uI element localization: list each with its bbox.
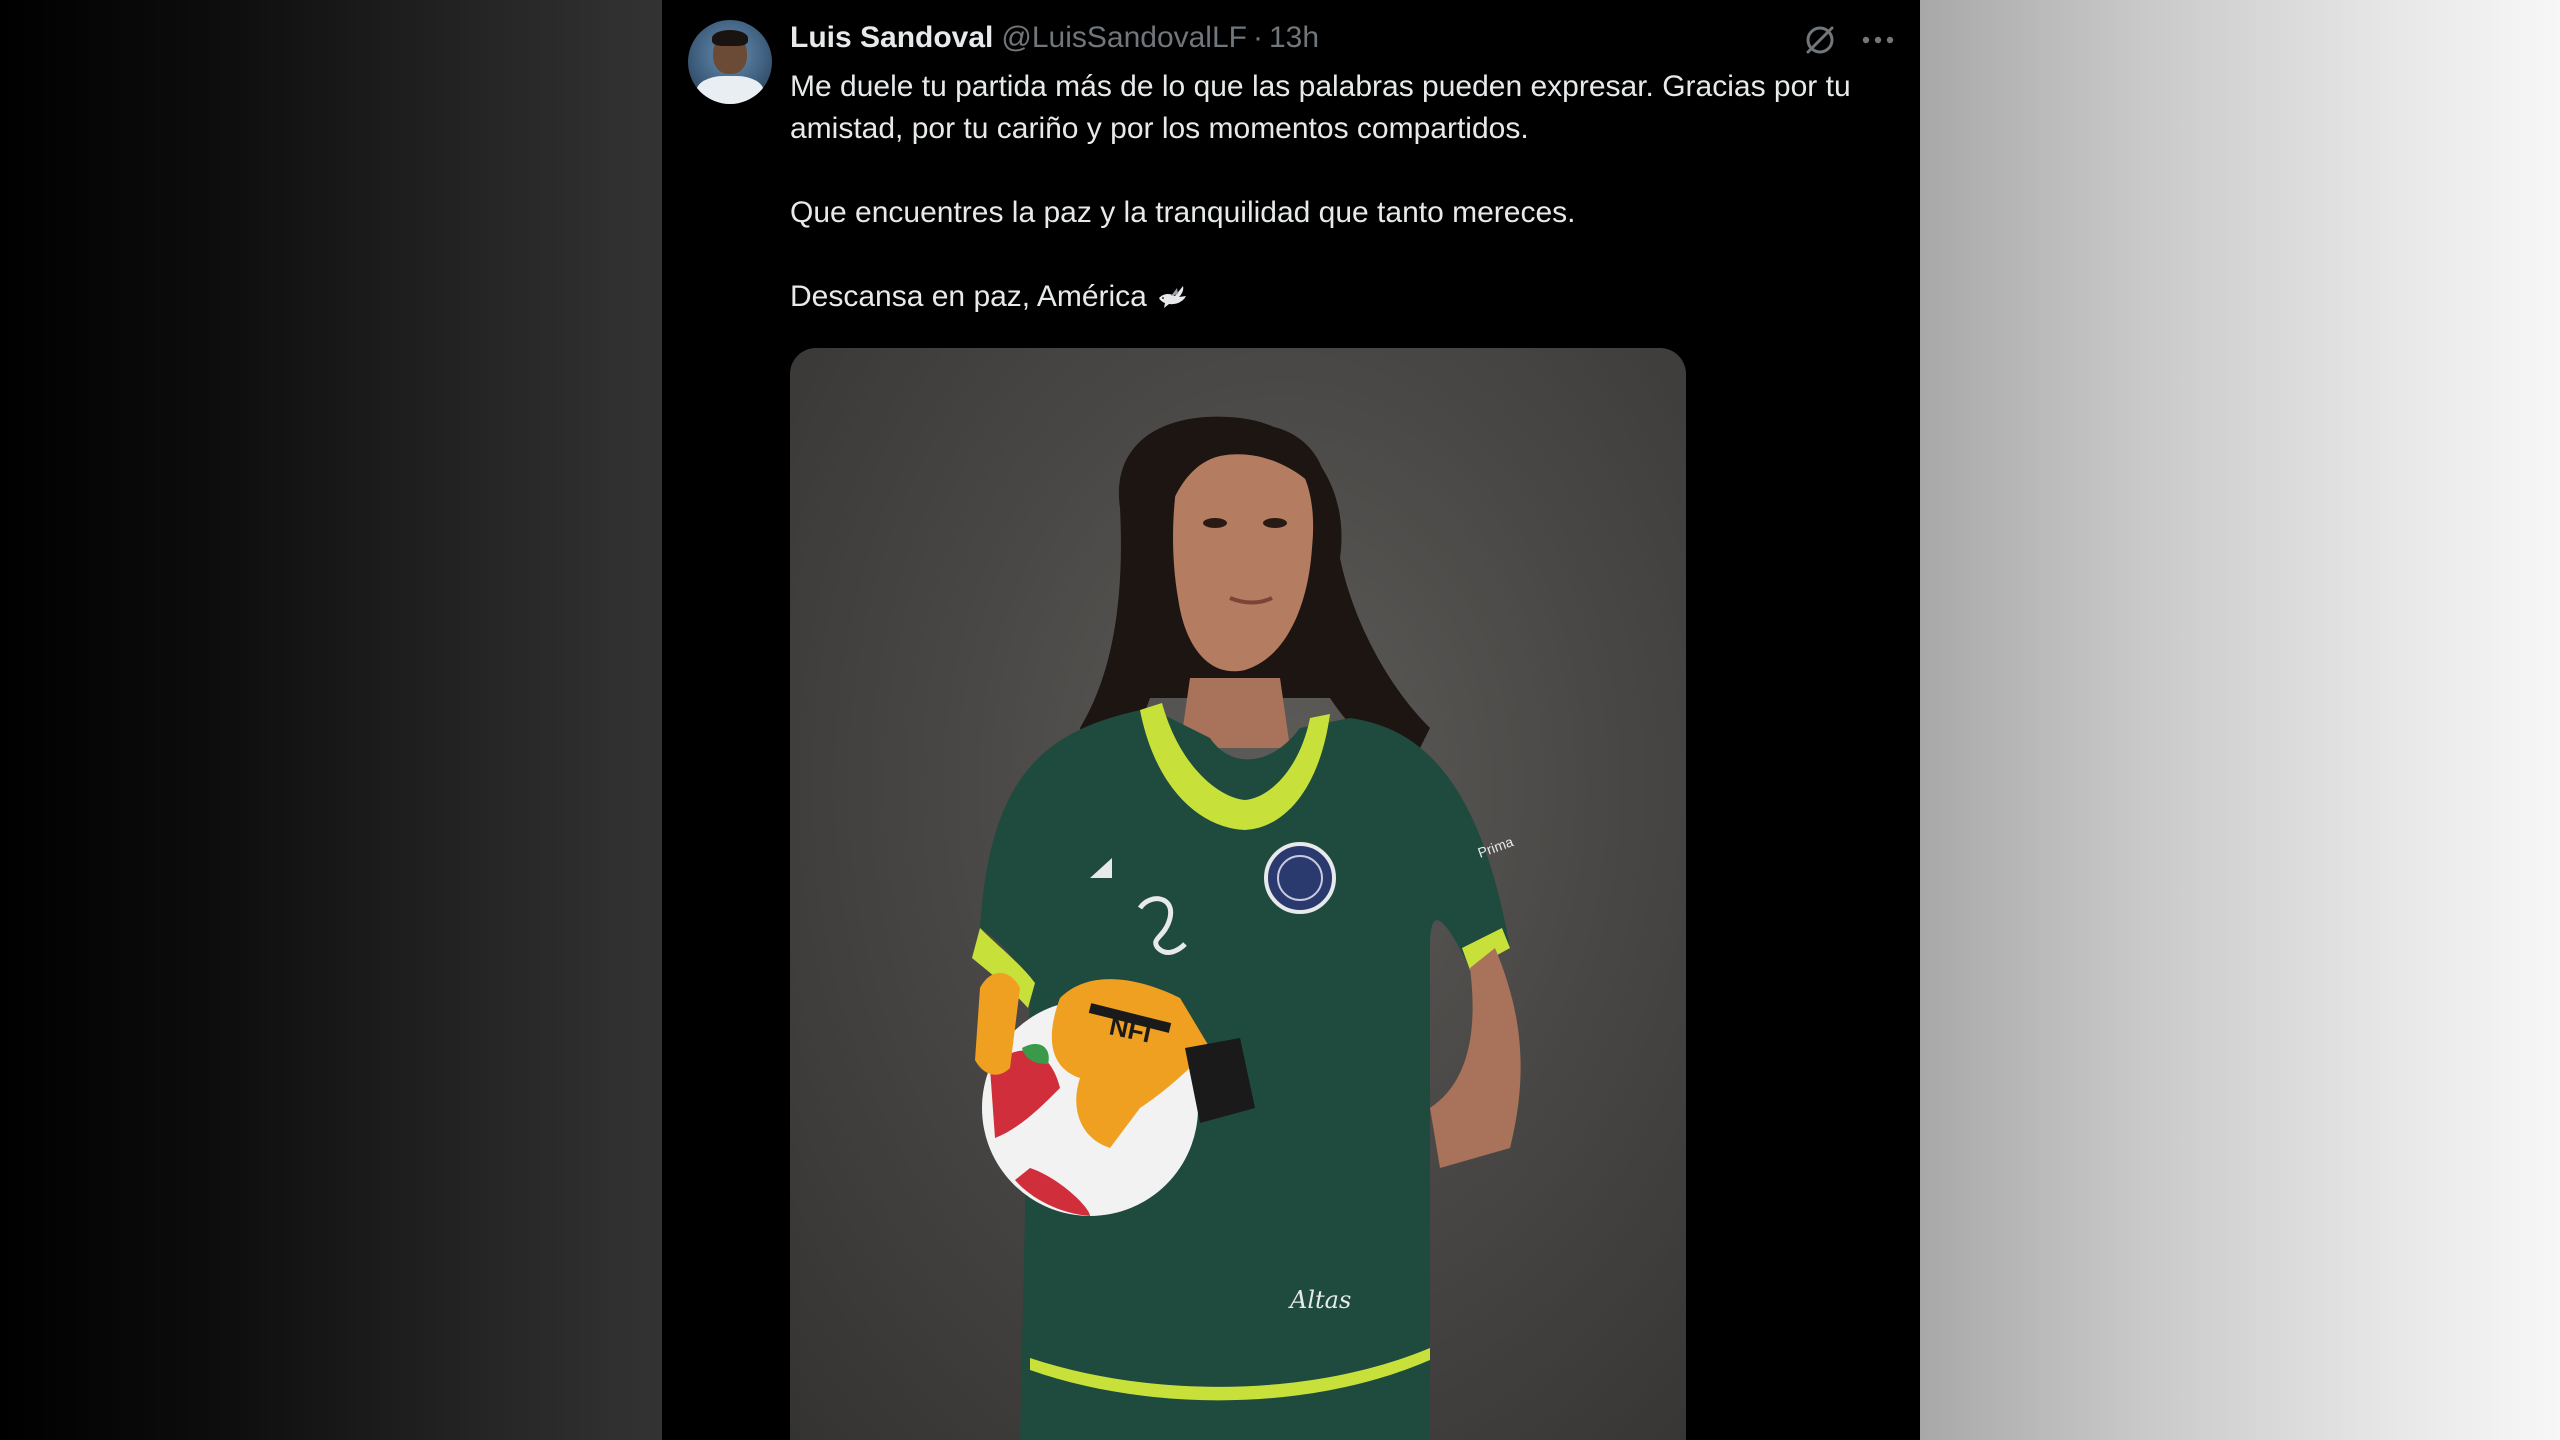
tweet-paragraph: Me duele tu partida más de lo que las pa… [790,70,1851,145]
avatar-hair [712,30,748,46]
grok-icon[interactable] [1802,22,1838,58]
dove-icon [1155,278,1189,312]
right-eye [1263,518,1287,528]
avatar-shirt [696,76,764,104]
screen: Luis Sandoval @LuisSandovalLF · 13h Me d… [0,0,2560,1440]
left-eye [1203,518,1227,528]
jersey-crest [1264,842,1336,914]
tweet-timestamp[interactable]: 13h [1269,21,1319,55]
jersey-brand-text: Prima [1476,833,1516,861]
right-arm [1430,948,1521,1168]
tweet-paragraph-text: Descansa en paz, América [790,280,1147,313]
tweet-header: Luis Sandoval @LuisSandovalLF · 13h [790,18,1319,58]
tweet-card[interactable]: Luis Sandoval @LuisSandovalLF · 13h Me d… [662,0,1920,1440]
author-handle[interactable]: @LuisSandovalLF [1001,21,1247,55]
more-options-icon[interactable] [1858,22,1898,58]
author-avatar[interactable] [688,20,772,104]
author-display-name[interactable]: Luis Sandoval [790,21,993,55]
left-background [0,0,662,1440]
tweet-paragraph-last: Descansa en paz, América [790,276,1880,318]
separator-dot: · [1253,21,1263,54]
tweet-media-photo[interactable]: Prima NFI Altas [790,348,1686,1440]
jersey-bottom-text: Altas [1288,1286,1351,1314]
goalkeeper-photo-illustration: Prima NFI Altas [972,416,1521,1440]
tweet-body: Me duele tu partida más de lo que las pa… [790,66,1880,318]
right-background [1920,0,2560,1440]
tweet-paragraph: Que encuentres la paz y la tranquilidad … [790,196,1576,229]
